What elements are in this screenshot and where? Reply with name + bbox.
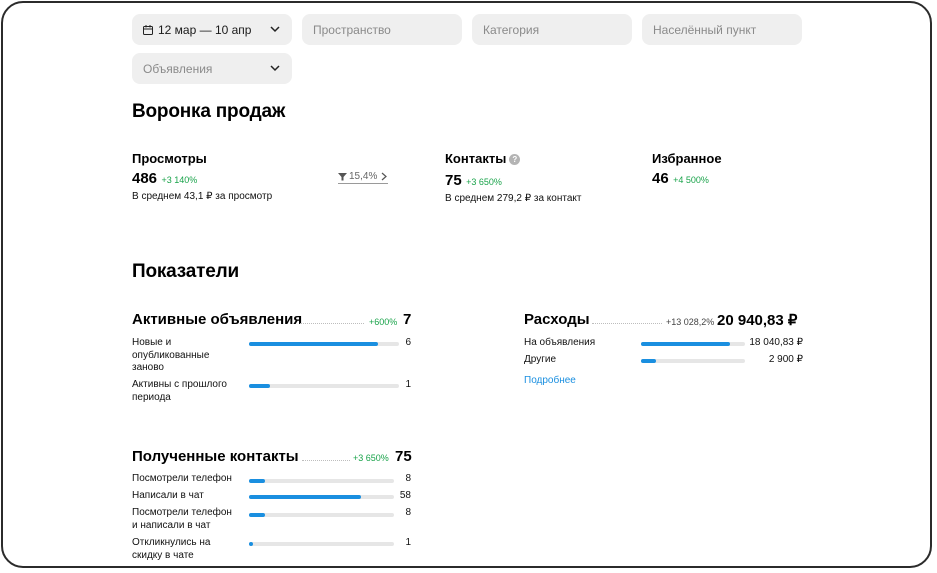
chevron-down-icon xyxy=(270,26,280,33)
progress-fill xyxy=(249,384,270,388)
expenses-title: Расходы xyxy=(524,311,590,328)
views-note: В среднем 43,1 ₽ за просмотр xyxy=(132,191,273,202)
list-item-label: Написали в чат xyxy=(132,490,204,501)
expenses-total: 20 940,83 ₽ xyxy=(717,312,798,329)
indicators-title: Показатели xyxy=(132,261,239,282)
progress-bar xyxy=(641,342,745,346)
space-filter[interactable]: Пространство xyxy=(302,14,462,45)
divider xyxy=(592,323,662,324)
progress-fill xyxy=(249,342,378,346)
list-item-label: Откликнулись на скидку в чате xyxy=(132,537,211,561)
list-item-value: 2 900 ₽ xyxy=(768,354,803,365)
expenses-delta: +13 028,2% xyxy=(666,317,715,327)
active-ads-title: Активные объявления xyxy=(132,311,303,328)
progress-bar xyxy=(249,495,394,499)
progress-fill xyxy=(249,513,265,517)
ads-filter-placeholder: Объявления xyxy=(143,61,213,76)
progress-fill xyxy=(249,542,253,546)
space-filter-placeholder: Пространство xyxy=(313,22,391,37)
category-filter[interactable]: Категория xyxy=(472,14,632,45)
list-item-label: На объявления xyxy=(524,337,596,348)
help-icon[interactable]: ? xyxy=(509,154,521,166)
progress-fill xyxy=(641,359,656,363)
date-range-value: 12 мар — 10 апр xyxy=(158,22,252,37)
funnel-title: Воронка продаж xyxy=(132,101,286,122)
favorites-label: Избранное xyxy=(652,151,722,166)
chevron-down-icon xyxy=(270,65,280,72)
received-contacts-title: Полученные контакты xyxy=(132,448,299,465)
progress-fill xyxy=(249,479,265,483)
active-ads-total: 7 xyxy=(403,311,412,328)
calendar-icon xyxy=(143,24,153,35)
progress-bar xyxy=(249,542,394,546)
category-filter-placeholder: Категория xyxy=(483,22,540,37)
chevron-right-icon xyxy=(381,172,388,181)
list-item-label: Посмотрели телефон и написали в чат xyxy=(132,507,232,531)
favorites-value-row: 46 +4 500% xyxy=(652,170,709,188)
list-item-label: Посмотрели телефон xyxy=(132,473,232,484)
list-item-value: 6 xyxy=(405,337,411,348)
ads-filter[interactable]: Объявления xyxy=(132,53,292,84)
conversion-value: 15,4% xyxy=(349,171,378,182)
divider xyxy=(300,323,364,324)
list-item-label: Другие xyxy=(524,354,557,365)
list-item-value: 1 xyxy=(405,537,411,548)
list-item-value: 1 xyxy=(405,379,411,390)
divider xyxy=(302,460,350,461)
list-item-label: Новые и опубликованные заново xyxy=(132,337,210,373)
progress-bar xyxy=(249,384,399,388)
list-item-value: 8 xyxy=(405,473,411,484)
conversion-link[interactable]: 15,4% xyxy=(338,171,389,184)
contacts-label: Контакты xyxy=(445,151,507,166)
date-range-filter[interactable]: 12 мар — 10 апр xyxy=(132,14,292,45)
progress-bar xyxy=(641,359,745,363)
contacts-label-row: Контакты? xyxy=(445,151,521,166)
received-contacts-delta: +3 650% xyxy=(353,453,389,463)
active-ads-delta: +600% xyxy=(369,317,398,327)
contacts-value-row: 75 +3 650% xyxy=(445,172,502,190)
views-label: Просмотры xyxy=(132,151,207,166)
list-item-label: Активны с прошлого периода xyxy=(132,379,227,403)
received-contacts-total: 75 xyxy=(395,448,412,465)
list-item-value: 58 xyxy=(399,490,411,501)
contacts-delta: +3 650% xyxy=(466,177,502,187)
progress-bar xyxy=(249,342,399,346)
locality-filter-placeholder: Населённый пункт xyxy=(653,22,757,37)
contacts-note: В среднем 279,2 ₽ за контакт xyxy=(445,193,582,204)
list-item-value: 8 xyxy=(405,507,411,518)
expenses-details-link[interactable]: Подробнее xyxy=(524,375,576,386)
list-item-value: 18 040,83 ₽ xyxy=(749,337,803,348)
locality-filter[interactable]: Населённый пункт xyxy=(642,14,802,45)
progress-fill xyxy=(249,495,362,499)
views-delta: +3 140% xyxy=(161,175,198,185)
progress-bar xyxy=(249,513,394,517)
progress-fill xyxy=(641,342,731,346)
views-value-row: 486 +3 140% xyxy=(132,170,197,188)
funnel-icon xyxy=(338,173,347,181)
views-value: 486 xyxy=(132,170,158,187)
contacts-value: 75 xyxy=(445,172,462,189)
favorites-delta: +4 500% xyxy=(673,175,709,185)
favorites-value: 46 xyxy=(652,170,669,187)
progress-bar xyxy=(249,479,394,483)
